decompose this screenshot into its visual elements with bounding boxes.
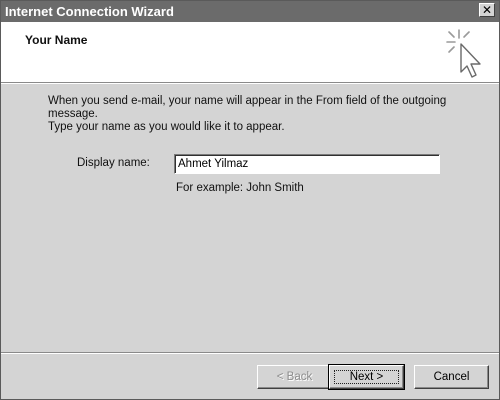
wizard-header: Your Name: [1, 22, 499, 84]
close-button[interactable]: ✕: [479, 3, 495, 17]
wizard-window: Internet Connection Wizard ✕ Your Name W…: [0, 0, 500, 400]
display-name-input[interactable]: [174, 154, 440, 174]
window-title: Internet Connection Wizard: [5, 4, 174, 19]
focus-rect: [334, 370, 399, 384]
instructions-text: When you send e-mail, your name will app…: [48, 95, 478, 134]
instructions-line-1: When you send e-mail, your name will app…: [48, 95, 447, 120]
back-button-label: < Back: [276, 371, 313, 383]
wizard-cursor-icon: [446, 29, 481, 78]
cancel-button-label: Cancel: [433, 371, 470, 383]
instructions-line-2: Type your name as you would like it to a…: [48, 121, 285, 133]
title-bar[interactable]: Internet Connection Wizard ✕: [1, 1, 499, 22]
back-button[interactable]: < Back: [257, 365, 332, 389]
page-title: Your Name: [25, 33, 88, 47]
next-button[interactable]: Next >: [328, 364, 405, 390]
close-icon: ✕: [481, 3, 493, 17]
display-name-label: Display name:: [77, 157, 150, 169]
cancel-button[interactable]: Cancel: [414, 365, 489, 389]
example-hint: For example: John Smith: [176, 182, 304, 194]
footer-divider: [1, 352, 499, 354]
